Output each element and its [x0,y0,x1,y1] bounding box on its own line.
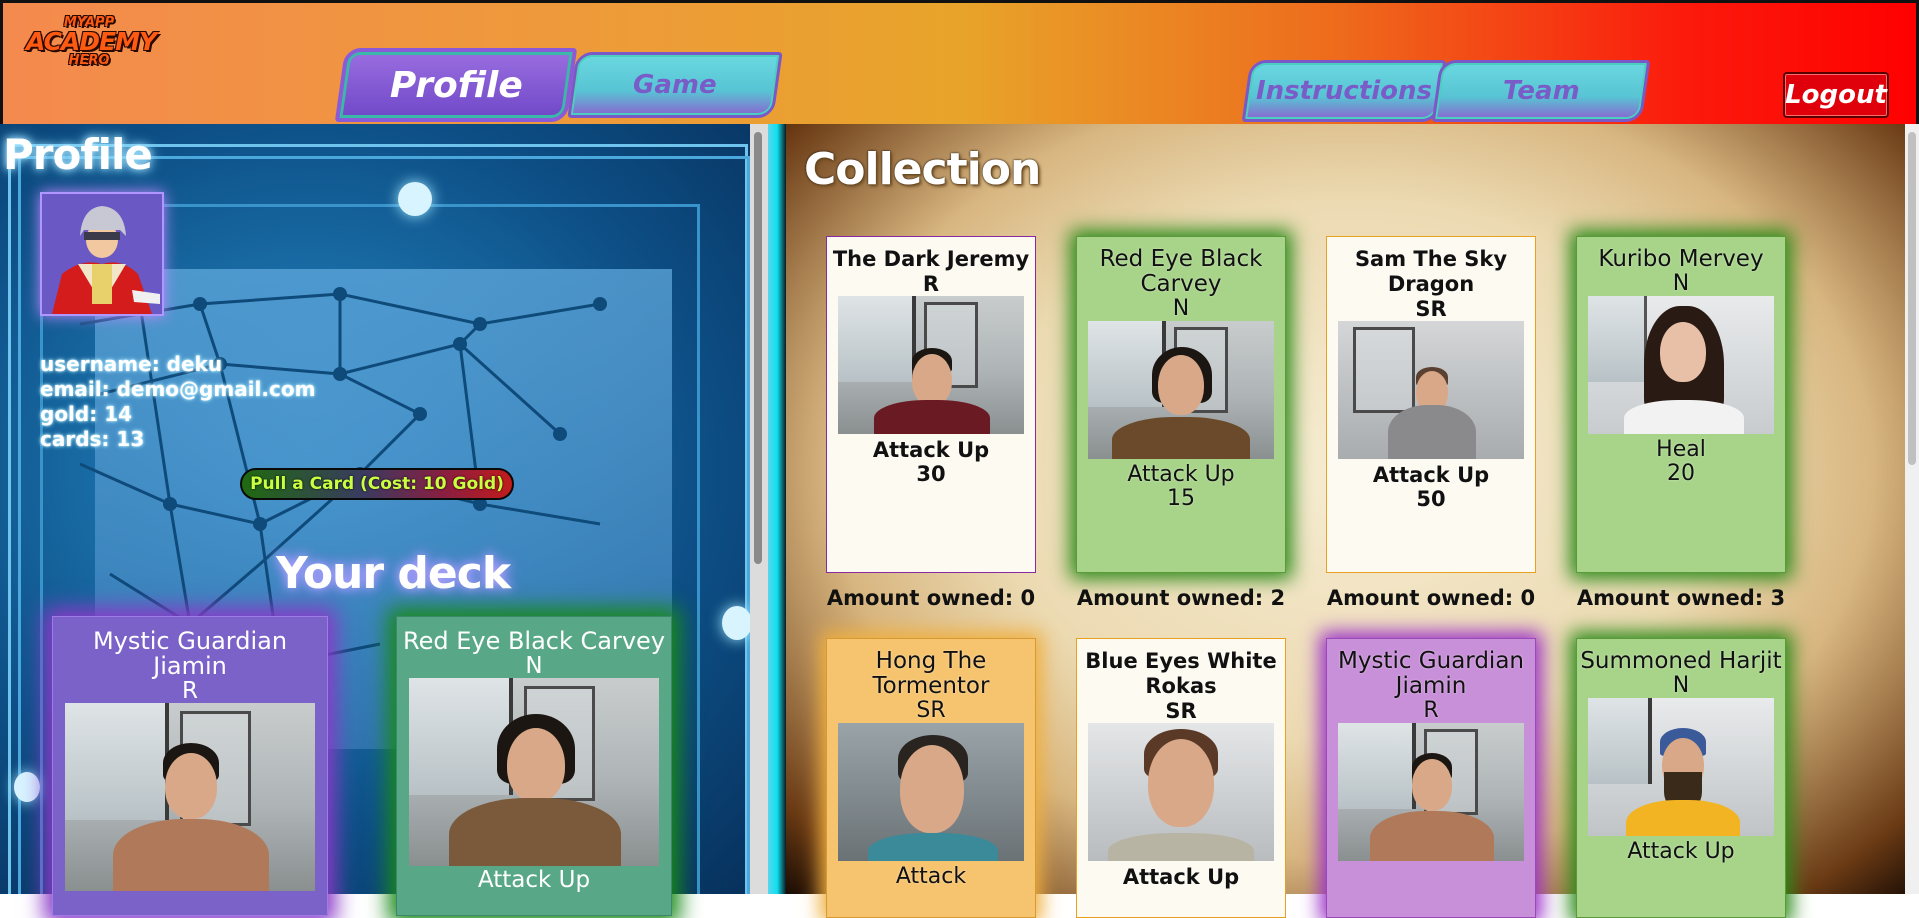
glow-node [722,606,752,640]
card-ability: Attack [895,864,967,889]
card-ability: Attack Up [1627,839,1735,864]
collection-card[interactable]: Blue Eyes White Rokas SR Attack Up [1076,638,1286,918]
profile-scrollbar-thumb[interactable] [754,132,762,564]
card-name: Red Eye Black Carvey [402,627,666,655]
card-photo [838,296,1024,434]
tab-team[interactable]: Team [1431,60,1651,122]
card-name: Blue Eyes White Rokas [1085,649,1277,698]
card-name: Kuribo Mervey [1598,246,1764,272]
card-power: 30 [916,462,946,486]
collection-card[interactable]: Summoned Harjit N Attack Up [1576,638,1786,918]
profile-info: username: deku email: demo@gmail.com gol… [40,352,315,452]
card-power: 20 [1667,461,1695,486]
deck-card[interactable]: Mystic Guardian Jiamin R [52,616,328,916]
panel-divider [768,124,786,894]
card-power: 15 [1167,486,1195,511]
card-photo [1588,296,1774,434]
card-name: Hong The Tormentor [872,648,990,699]
profile-title: Profile [3,130,153,179]
logout-button[interactable]: Logout [1783,72,1889,118]
collection-card[interactable]: Kuribo Mervey N Heal 20 [1576,236,1786,573]
email-text: email: demo@gmail.com [40,377,316,401]
card-rarity: R [922,272,940,296]
card-rarity: R [1423,698,1439,723]
card-name: Mystic Guardian Jiamin [1337,648,1524,699]
card-rarity: SR [1415,297,1447,321]
collection-card[interactable]: The Dark Jeremy R Attack Up 30 [826,236,1036,573]
amount-owned-text: Amount owned: 3 [1576,586,1786,610]
gold-text: gold: 14 [40,402,133,426]
card-photo [838,723,1024,861]
card-ability: Attack Up [1122,865,1240,889]
amount-owned-text: Amount owned: 0 [826,586,1036,610]
card-name: Red Eye Black Carvey [1099,246,1263,297]
collection-card[interactable]: Red Eye Black Carvey N Attack Up 15 [1076,236,1286,573]
card-rarity: N [1672,271,1690,296]
collection-card[interactable]: Mystic Guardian Jiamin R [1326,638,1536,918]
card-name: Sam The Sky Dragon [1354,247,1508,296]
card-ability: Attack Up [1372,463,1490,487]
card-ability: Attack Up [477,867,591,893]
avatar [40,192,164,316]
card-power: 50 [1416,487,1446,511]
pull-card-button[interactable]: Pull a Card (Cost: 10 Gold) [240,468,514,500]
card-name: Mystic Guardian Jiamin [92,627,288,680]
anime-character-icon [42,194,162,314]
card-name: The Dark Jeremy [832,247,1030,271]
card-photo [1338,723,1524,861]
tab-instructions[interactable]: Instructions [1241,60,1447,122]
tab-game[interactable]: Game [567,52,783,118]
cards-count-text: cards: 13 [40,427,145,451]
amount-owned-text: Amount owned: 2 [1076,586,1286,610]
card-rarity: N [1672,673,1690,698]
card-name: Summoned Harjit [1580,648,1782,674]
card-rarity: N [1172,296,1190,321]
collection-title: Collection [804,144,1041,195]
card-photo [1588,698,1774,836]
collection-scrollbar-thumb[interactable] [1908,132,1916,465]
collection-card[interactable]: Hong The Tormentor SR Attack [826,638,1036,918]
card-rarity: N [525,653,543,679]
tab-profile-label: Profile [389,64,523,106]
card-photo [409,678,659,866]
card-ability: Attack Up [872,438,990,462]
tab-instructions-label: Instructions [1255,76,1433,106]
logo-line-2: ACADEMY [26,27,157,56]
card-photo [1338,321,1524,459]
username-text: username: deku [40,352,223,376]
amount-owned-text: Amount owned: 0 [1326,586,1536,610]
tab-profile[interactable]: Profile [334,48,578,122]
glow-node [398,182,432,216]
deck-title: Your deck [276,548,511,599]
app-logo[interactable]: MYAPP ACADEMY HERO [26,16,157,78]
card-photo [65,703,315,891]
card-photo [1088,321,1274,459]
tab-game-label: Game [633,70,717,100]
card-rarity: SR [916,698,946,723]
card-ability: Heal [1656,437,1706,462]
card-rarity: SR [1165,699,1197,723]
card-photo [1088,723,1274,861]
deck-card[interactable]: Red Eye Black Carvey N Attack Up [396,616,672,916]
glow-node [14,772,40,802]
tab-team-label: Team [1502,76,1580,106]
card-rarity: R [182,678,198,704]
card-ability: Attack Up [1127,462,1235,487]
collection-card[interactable]: Sam The Sky Dragon SR Attack Up 50 [1326,236,1536,573]
